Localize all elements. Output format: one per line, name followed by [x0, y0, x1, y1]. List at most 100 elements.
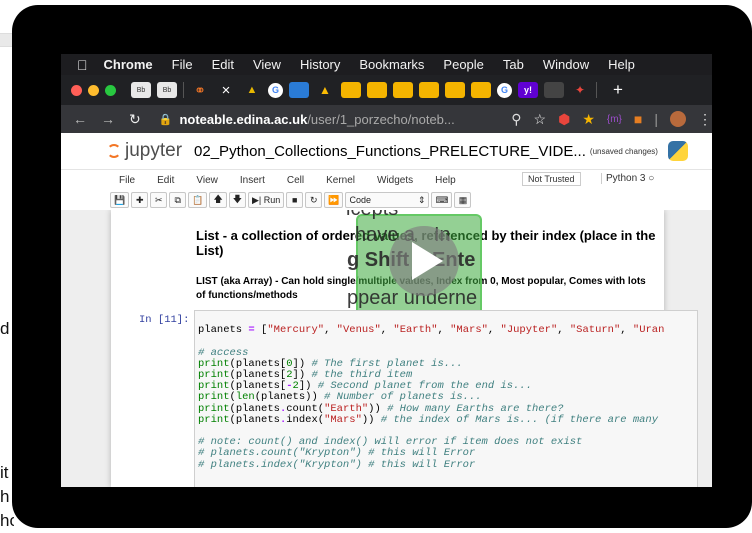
menu-bookmarks[interactable]: Bookmarks — [359, 57, 424, 72]
jupyter-menu-widgets[interactable]: Widgets — [377, 175, 413, 186]
jupyter-logo-icon — [107, 144, 121, 158]
fast-forward-icon[interactable]: ⏩ — [324, 192, 344, 208]
code-line: print(planets.count("Earth")) # How many… — [198, 402, 564, 415]
more-menu-icon[interactable]: ⋮ — [698, 111, 712, 128]
stop-sign-icon[interactable]: ⬢ — [558, 111, 570, 128]
address-bar[interactable]: 🔒 noteable.edina.ac.uk /user/1_porzecho/… — [159, 108, 508, 130]
move-down-icon[interactable]: 🡇 — [228, 192, 246, 208]
zoom-window-icon[interactable] — [105, 84, 116, 96]
kernel-indicator: Python 3 ○ — [601, 173, 654, 184]
jupyter-logo-text: jupyter — [125, 140, 183, 161]
extension-icons: ⚲ ☆ ⬢ ★ {m} ■ | ⋮ — [511, 111, 712, 128]
play-icon — [412, 242, 443, 280]
notebook-title[interactable]: 02_Python_Collections_Functions_PRELECTU… — [194, 143, 586, 160]
menu-view[interactable]: View — [253, 57, 281, 72]
tab-favicon-icon[interactable]: ✦ — [570, 82, 590, 98]
yahoo-tab-icon[interactable]: y! — [518, 82, 538, 98]
tab-favicon-icon[interactable] — [445, 82, 465, 98]
code-line: # access — [198, 346, 249, 359]
stop-icon[interactable]: ■ — [286, 192, 304, 208]
restart-icon[interactable]: ↻ — [305, 192, 323, 208]
tab-favicon-icon[interactable] — [393, 82, 413, 98]
chart-icon[interactable]: ▦ — [454, 192, 472, 208]
jupyter-menu-edit[interactable]: Edit — [157, 175, 174, 186]
copy-icon[interactable]: ⧉ — [169, 192, 187, 208]
background-text-fragment: ho — [0, 511, 14, 530]
lock-icon: 🔒 — [158, 113, 173, 126]
search-icon[interactable]: ⚲ — [511, 111, 521, 128]
extension-icon[interactable]: ■ — [634, 111, 642, 127]
forward-arrow-icon[interactable]: → — [101, 111, 115, 127]
cut-icon[interactable]: ✂ — [150, 192, 168, 208]
browser-tab-strip: Bb Bb ⚭ × ▲ G ▲ G y! ✦ + — [61, 75, 712, 105]
menu-people[interactable]: People — [443, 57, 483, 72]
menu-edit[interactable]: Edit — [212, 57, 234, 72]
tab-close-icon[interactable]: × — [216, 82, 236, 99]
code-line: # note: count() and index() will error i… — [198, 436, 583, 449]
paste-icon[interactable]: 📋 — [188, 192, 208, 208]
tab-favicon-icon[interactable]: Bb — [157, 82, 177, 98]
close-window-icon[interactable] — [71, 84, 82, 96]
tab-favicon-icon[interactable] — [419, 82, 439, 98]
menu-app-chrome[interactable]: Chrome — [104, 57, 153, 72]
code-line: # planets.count("Krypton") # this will E… — [198, 447, 476, 460]
address-host: noteable.edina.ac.uk — [179, 111, 308, 127]
jupyter-menu-kernel[interactable]: Kernel — [326, 175, 355, 186]
save-status: (unsaved changes) — [589, 146, 658, 156]
reload-icon[interactable]: ↻ — [129, 111, 141, 128]
tab-favicon-icon[interactable] — [341, 82, 361, 98]
tab-favicon-icon[interactable] — [289, 82, 309, 98]
cell-type-select[interactable]: Code ⇕ — [345, 192, 430, 208]
menu-history[interactable]: History — [300, 57, 340, 72]
tab-favicon-icon[interactable] — [367, 82, 387, 98]
notebook-page: List - a collection of ordered values, r… — [111, 210, 698, 487]
jupyter-logo[interactable]: jupyter — [107, 140, 182, 162]
jupyter-menu-file[interactable]: File — [119, 175, 135, 186]
code-line: print(planets[-2]) # Second planet from … — [198, 380, 533, 393]
bookmark-star-icon[interactable]: ☆ — [534, 111, 547, 128]
address-path: /user/1_porzecho/noteb... — [307, 111, 455, 127]
back-arrow-icon[interactable]: ← — [73, 111, 87, 127]
drive-tab-icon[interactable]: ▲ — [315, 82, 335, 98]
insert-cell-icon[interactable]: ✚ — [131, 192, 149, 208]
code-editor[interactable]: planets = ["Mercury", "Venus", "Earth", … — [198, 314, 664, 471]
google-tab-icon[interactable]: G — [268, 82, 283, 98]
trust-indicator[interactable]: Not Trusted — [522, 172, 581, 186]
jupyter-menu-view[interactable]: View — [196, 175, 218, 186]
run-icon: ▶| — [251, 194, 262, 205]
google-tab-icon[interactable]: G — [497, 82, 512, 98]
run-button[interactable]: ▶| Run — [247, 192, 285, 208]
code-line: planets = ["Mercury", "Venus", "Earth", … — [198, 324, 665, 337]
cell-type-value: Code — [349, 195, 371, 205]
menu-tab[interactable]: Tab — [503, 57, 524, 72]
notebook-area: List - a collection of ordered values, r… — [61, 210, 712, 487]
jupyter-menu-bar: File Edit View Insert Cell Kernel Widget… — [61, 170, 712, 190]
browser-toolbar: ← → ↻ 🔒 noteable.edina.ac.uk /user/1_por… — [61, 105, 712, 133]
jupyter-menu-help[interactable]: Help — [435, 175, 456, 186]
menu-help[interactable]: Help — [608, 57, 635, 72]
menu-file[interactable]: File — [172, 57, 193, 72]
profile-avatar[interactable] — [670, 111, 686, 127]
star-extension-icon[interactable]: ★ — [582, 111, 595, 128]
python-logo-icon — [667, 141, 688, 161]
apple-icon[interactable]:  — [77, 57, 88, 73]
tab-favicon-icon[interactable] — [544, 82, 564, 98]
jupyter-tab-icon[interactable]: ⚭ — [190, 82, 210, 98]
tab-favicon-icon[interactable]: ▲ — [242, 82, 262, 98]
jupyter-menu-insert[interactable]: Insert — [240, 175, 265, 186]
tab-favicon-icon[interactable]: Bb — [131, 82, 151, 98]
kernel-idle-icon: ○ — [648, 173, 655, 184]
move-up-icon[interactable]: 🡅 — [209, 192, 227, 208]
cell-prompt: In [11]: — [139, 314, 190, 326]
save-icon[interactable]: 💾 — [110, 192, 130, 208]
extension-m-icon[interactable]: {m} — [607, 114, 622, 125]
minimize-window-icon[interactable] — [88, 84, 99, 96]
tab-favicon-icon[interactable] — [471, 82, 491, 98]
keyboard-icon[interactable]: ⌨ — [431, 192, 453, 208]
code-line: print(planets.index("Mars")) # the index… — [198, 413, 659, 426]
code-line: print(planets[0]) # The first planet is.… — [198, 357, 463, 370]
code-line: print(len(planets)) # Number of planets … — [198, 391, 482, 404]
new-tab-button[interactable]: + — [608, 80, 628, 99]
jupyter-menu-cell[interactable]: Cell — [287, 175, 304, 186]
menu-window[interactable]: Window — [543, 57, 589, 72]
